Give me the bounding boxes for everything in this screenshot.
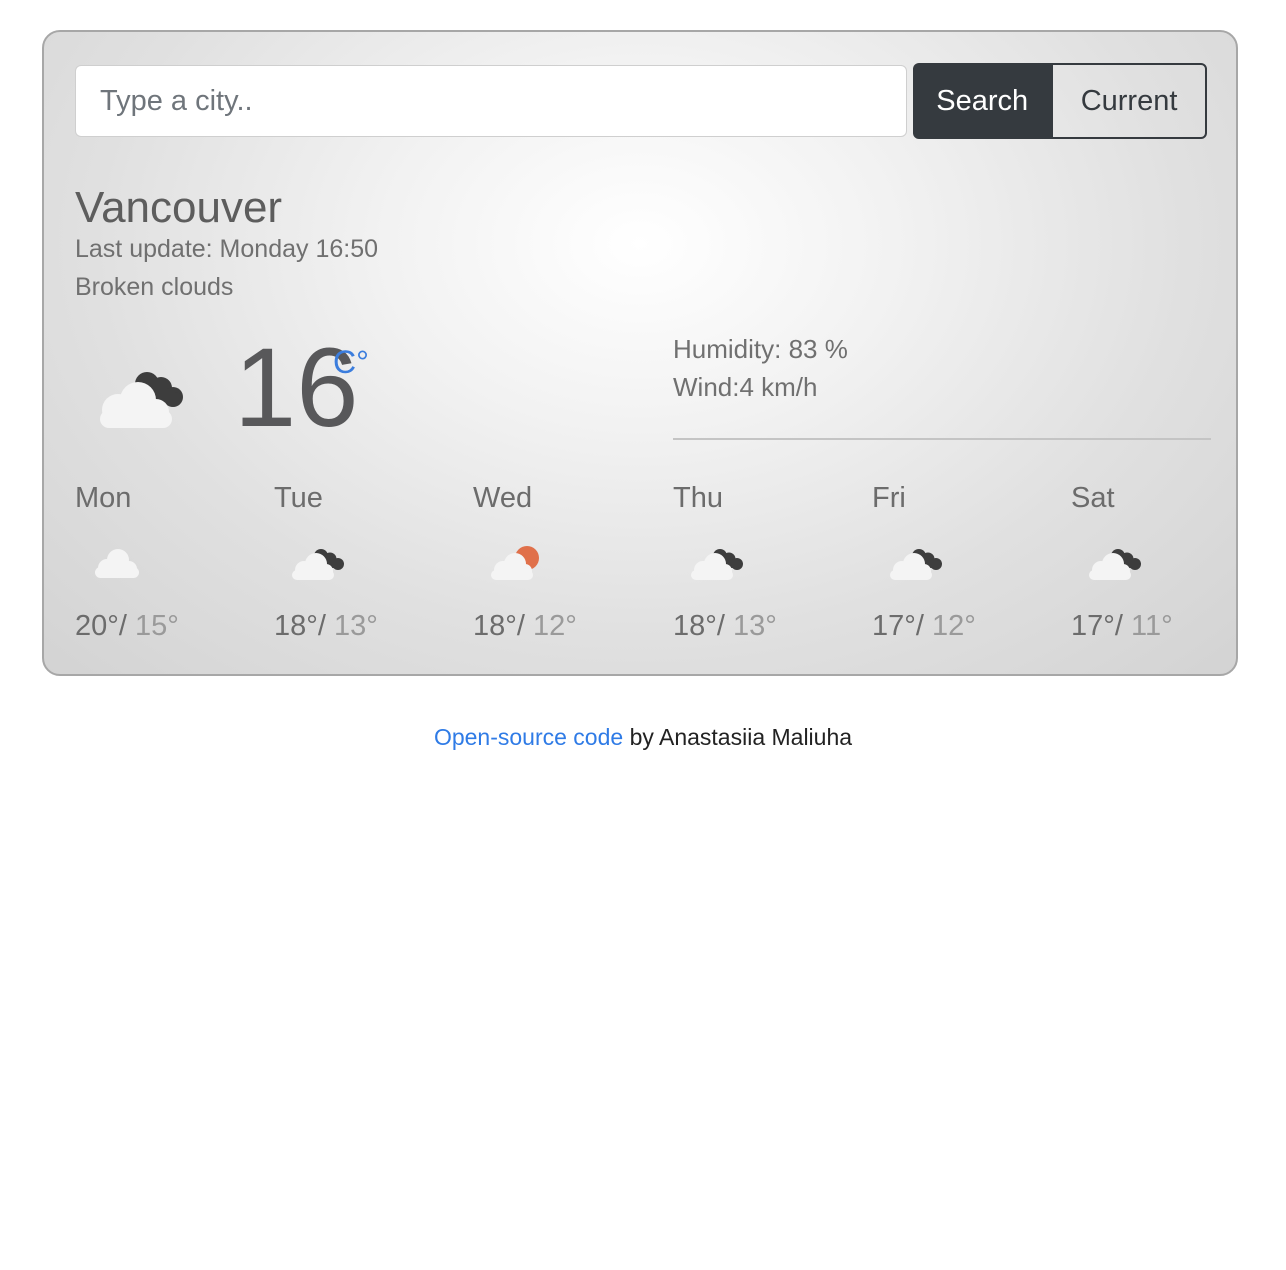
last-update: Last update: Monday 16:50 xyxy=(75,235,379,263)
forecast-min-temp: 12° xyxy=(923,610,976,642)
forecast-min-temp: 15° xyxy=(126,610,179,642)
forecast-day: Fri 17°/ 12° xyxy=(872,480,1062,642)
celsius-unit-link[interactable]: C° xyxy=(333,344,369,380)
forecast-max-temp: 18°/ xyxy=(673,610,725,642)
forecast-day-name: Mon xyxy=(75,482,132,514)
forecast-day-name: Wed xyxy=(473,482,533,514)
forecast-max-temp: 17°/ xyxy=(1071,610,1123,642)
partly-sunny-icon xyxy=(491,546,539,580)
broken-clouds-icon xyxy=(691,549,743,580)
forecast-temps: 20°/ 15° xyxy=(75,608,179,644)
broken-clouds-icon xyxy=(1089,549,1141,580)
author-credit: by Anastasiia Maliuha xyxy=(623,724,853,750)
footer: Open-source code by Anastasiia Maliuha xyxy=(0,724,1286,751)
weather-details: Humidity: 83 % Wind:4 km/h xyxy=(673,330,848,406)
forecast-temps: 17°/ 11° xyxy=(1071,608,1173,644)
city-search-input[interactable] xyxy=(75,65,908,137)
forecast-min-temp: 13° xyxy=(724,610,777,642)
broken-clouds-icon xyxy=(100,372,183,428)
broken-clouds-icon xyxy=(292,549,344,580)
humidity: Humidity: 83 % xyxy=(673,334,848,364)
open-source-link[interactable]: Open-source code xyxy=(434,724,623,750)
forecast-temps: 18°/ 12° xyxy=(473,608,577,644)
forecast-day: Wed 18°/ 12° xyxy=(473,480,663,642)
broken-clouds-icon xyxy=(890,549,942,580)
forecast-max-temp: 17°/ xyxy=(872,610,924,642)
forecast-day-name: Fri xyxy=(872,482,906,514)
city-name: Vancouver xyxy=(75,183,283,232)
forecast-day: Tue 18°/ 13° xyxy=(274,480,464,642)
forecast-day-name: Tue xyxy=(274,482,323,514)
forecast-day-name: Sat xyxy=(1071,482,1115,514)
few-clouds-icon xyxy=(95,549,139,578)
forecast-min-temp: 11° xyxy=(1122,610,1173,642)
forecast-temps: 18°/ 13° xyxy=(673,608,777,644)
forecast-day: Thu 18°/ 13° xyxy=(673,480,863,642)
search-form: Search Current xyxy=(75,63,1207,139)
wind: Wind:4 km/h xyxy=(673,372,818,402)
search-button[interactable]: Search xyxy=(913,63,1052,139)
divider xyxy=(673,438,1211,440)
forecast-day-name: Thu xyxy=(673,482,723,514)
forecast-max-temp: 18°/ xyxy=(274,610,326,642)
forecast-day: Mon 20°/ 15° xyxy=(75,480,265,642)
forecast-temps: 17°/ 12° xyxy=(872,608,976,644)
forecast-temps: 18°/ 13° xyxy=(274,608,378,644)
weather-description: Broken clouds xyxy=(75,273,234,301)
weather-card: Search Current Vancouver Last update: Mo… xyxy=(42,30,1238,676)
forecast-min-temp: 13° xyxy=(325,610,378,642)
forecast-day: Sat 17°/ 11° xyxy=(1071,480,1261,642)
forecast-max-temp: 20°/ xyxy=(75,610,127,642)
forecast-max-temp: 18°/ xyxy=(473,610,525,642)
current-location-button[interactable]: Current xyxy=(1051,63,1207,139)
forecast-min-temp: 12° xyxy=(524,610,577,642)
